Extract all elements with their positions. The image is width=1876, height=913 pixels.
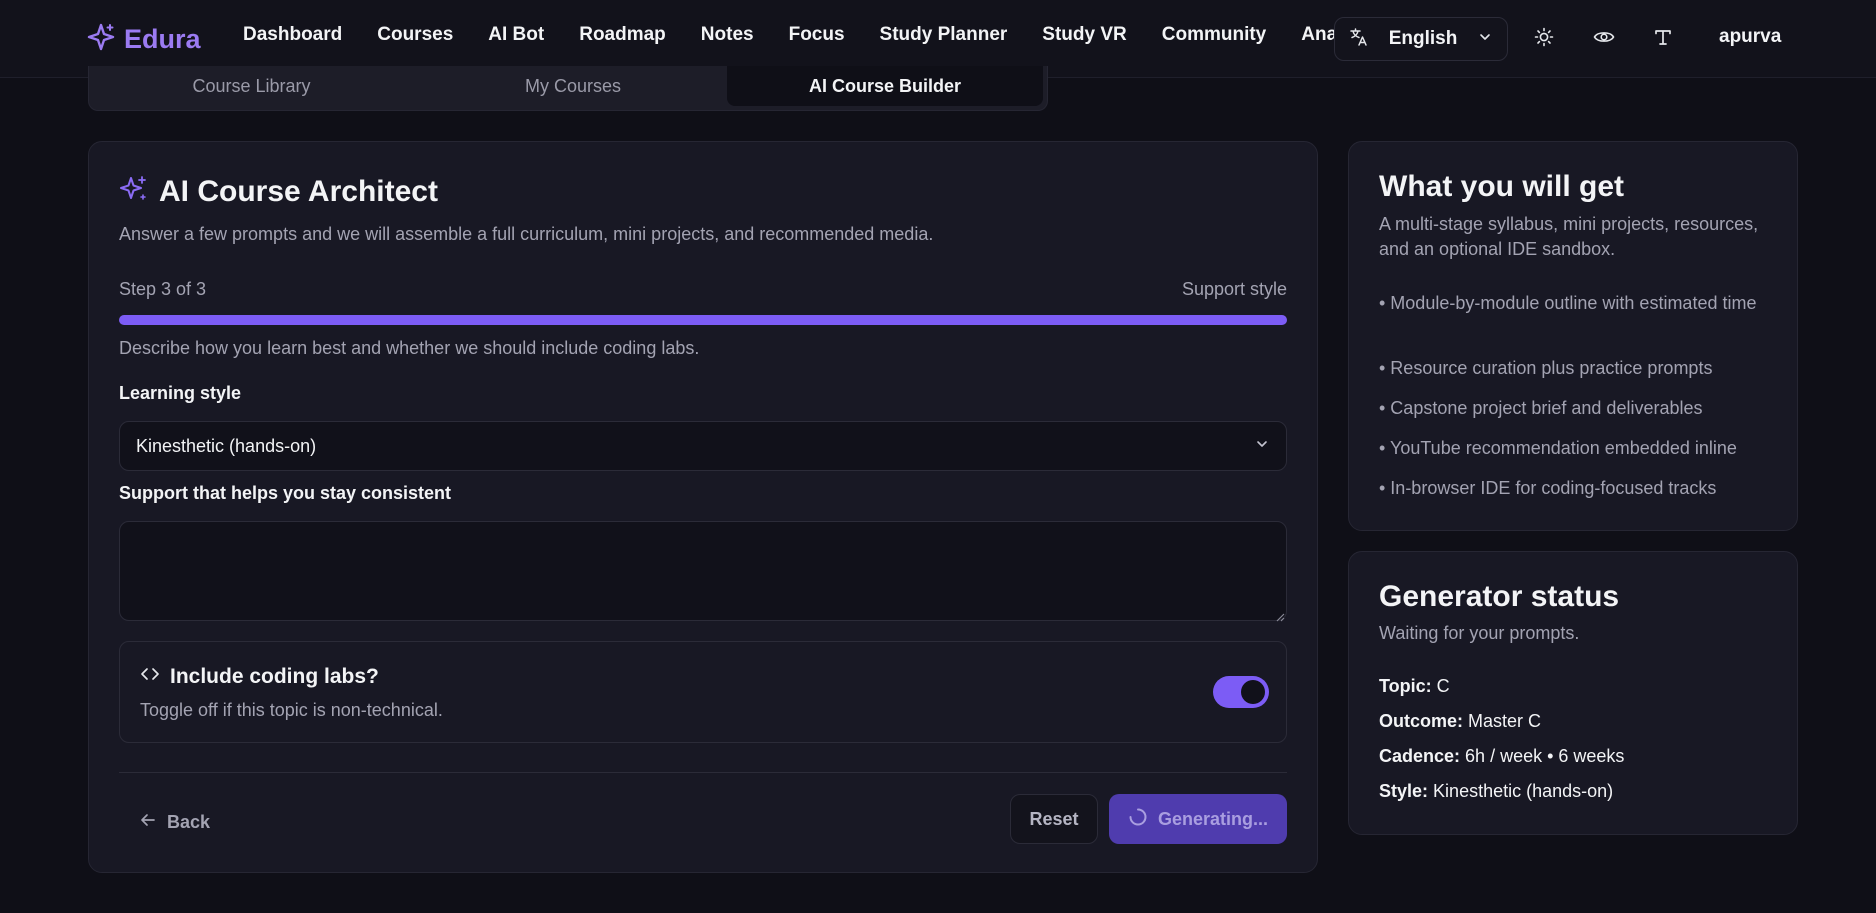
status-subtitle: Waiting for your prompts. (1379, 623, 1580, 643)
benefit-item: • Module-by-module outline with estimate… (1379, 293, 1757, 313)
type-icon (1653, 27, 1673, 52)
status-outcome: Outcome: Master C (1379, 711, 1541, 732)
learning-style-value: Kinesthetic (hands-on) (136, 435, 317, 456)
eye-icon (1593, 27, 1615, 52)
back-label: Back (167, 811, 211, 832)
status-cadence-value: 6h / week • 6 weeks (1465, 746, 1625, 766)
nav-link-roadmap[interactable]: Roadmap (579, 24, 666, 46)
nav-link-community[interactable]: Community (1162, 24, 1267, 46)
sparkles-icon (119, 174, 149, 209)
nav-link-notes[interactable]: Notes (701, 24, 754, 46)
reset-button[interactable]: Reset (1010, 794, 1098, 844)
sun-icon (1534, 27, 1554, 52)
status-topic: Topic: C (1379, 676, 1450, 697)
toggle-knob (1241, 680, 1265, 704)
language-select[interactable]: English (1334, 17, 1508, 61)
benefit-item: • In-browser IDE for coding-focused trac… (1379, 478, 1717, 498)
learning-style-label: Learning style (119, 383, 242, 403)
tab-ai-course-builder[interactable]: AI Course Builder (727, 66, 1043, 106)
benefits-title: What you will get (1379, 170, 1624, 203)
status-cadence-key: Cadence: (1379, 746, 1461, 766)
status-title: Generator status (1379, 580, 1620, 613)
sparkle-star-icon (86, 22, 116, 57)
builder-subtitle: Answer a few prompts and we will assembl… (119, 224, 934, 244)
course-tabs: Course Library My Courses AI Course Buil… (88, 66, 1048, 111)
step-indicator: Step 3 of 3 (119, 279, 207, 299)
back-button[interactable]: Back (139, 797, 210, 847)
builder-header: AI Course Architect (119, 174, 438, 209)
support-label: Support that helps you stay consistent (119, 483, 452, 503)
course-builder-card: AI Course Architect Answer a few prompts… (88, 141, 1318, 873)
code-icon (140, 664, 160, 689)
generate-button[interactable]: Generating... (1109, 794, 1287, 844)
brand-name: Edura (124, 23, 201, 54)
status-style: Style: Kinesthetic (hands-on) (1379, 781, 1613, 802)
coding-labs-title: Include coding labs? (170, 664, 379, 688)
chevron-down-icon (1254, 436, 1270, 457)
progress-bar-fill (119, 315, 1287, 325)
theme-toggle-button[interactable] (1532, 27, 1556, 51)
coding-labs-panel: Include coding labs? Toggle off if this … (119, 641, 1287, 743)
nav-link-dashboard[interactable]: Dashboard (243, 24, 342, 46)
arrow-left-icon (139, 811, 157, 834)
chevron-down-icon (1477, 29, 1493, 50)
user-menu[interactable]: apurva (1719, 26, 1781, 48)
resize-grip-icon[interactable] (1275, 609, 1285, 627)
status-outcome-key: Outcome: (1379, 711, 1464, 731)
nav-link-ai-bot[interactable]: AI Bot (488, 24, 544, 46)
benefits-subtitle: A multi-stage syllabus, mini projects, r… (1379, 214, 1759, 259)
coding-labs-hint: Toggle off if this topic is non-technica… (140, 700, 443, 720)
generate-label: Generating... (1157, 808, 1269, 829)
language-label: English (1388, 28, 1458, 49)
nav-links: Dashboard Courses AI Bot Roadmap Notes F… (243, 24, 1421, 46)
tab-course-library[interactable]: Course Library (89, 66, 414, 106)
visibility-button[interactable] (1592, 27, 1616, 51)
tab-my-courses[interactable]: My Courses (414, 66, 732, 106)
nav-link-focus[interactable]: Focus (789, 24, 845, 46)
translate-icon (1349, 27, 1369, 52)
nav-link-study-planner[interactable]: Study Planner (880, 24, 1008, 46)
benefit-item: • Resource curation plus practice prompt… (1379, 358, 1713, 378)
generator-status-card: Generator status Waiting for your prompt… (1348, 551, 1798, 835)
status-cadence: Cadence: 6h / week • 6 weeks (1379, 746, 1624, 767)
builder-title: AI Course Architect (159, 174, 438, 208)
footer-divider (119, 772, 1287, 773)
status-topic-key: Topic: (1379, 676, 1432, 696)
loading-spinner-icon (1128, 807, 1148, 832)
benefit-item: • Capstone project brief and deliverable… (1379, 398, 1703, 418)
coding-labs-header: Include coding labs? (140, 664, 379, 689)
learning-style-select[interactable]: Kinesthetic (hands-on) (119, 421, 1287, 471)
font-size-button[interactable] (1651, 27, 1675, 51)
progress-bar (119, 315, 1287, 325)
status-style-key: Style: (1379, 781, 1429, 801)
status-topic-value: C (1436, 676, 1450, 696)
step-description: Describe how you learn best and whether … (119, 338, 700, 358)
benefits-card: What you will get A multi-stage syllabus… (1348, 141, 1798, 531)
support-textarea[interactable] (119, 521, 1287, 621)
benefit-item: • YouTube recommendation embedded inline (1379, 438, 1737, 458)
status-outcome-value: Master C (1468, 711, 1542, 731)
brand-logo[interactable]: Edura (86, 20, 201, 58)
nav-link-courses[interactable]: Courses (377, 24, 453, 46)
status-style-value: Kinesthetic (hands-on) (1433, 781, 1614, 801)
coding-labs-toggle[interactable] (1213, 676, 1269, 708)
step-name: Support style (1181, 279, 1287, 299)
nav-link-study-vr[interactable]: Study VR (1042, 24, 1126, 46)
